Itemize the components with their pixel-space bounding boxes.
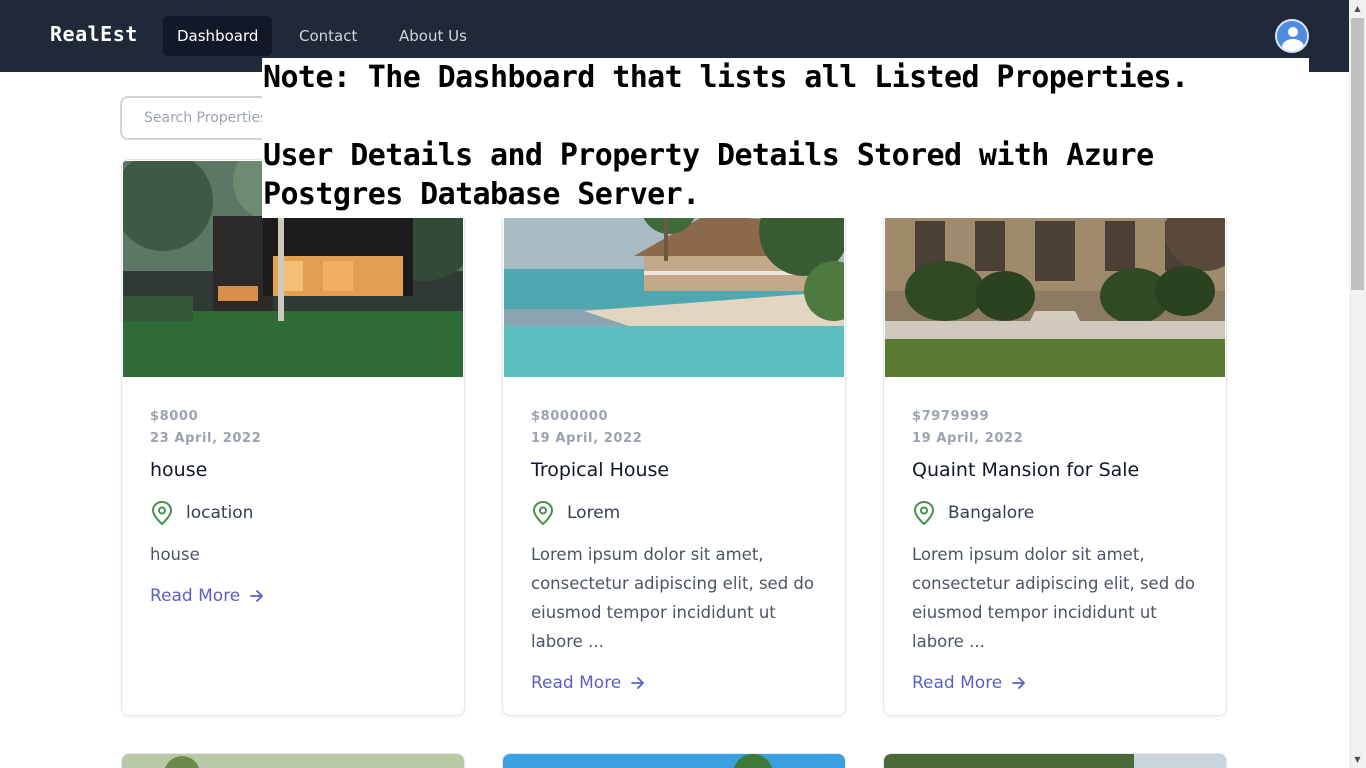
property-price: $8000 [150,409,199,424]
property-price: $8000000 [531,409,609,424]
read-more-link[interactable]: Read More [912,668,1212,698]
property-price: $7979999 [912,409,990,424]
property-date: 19 April, 2022 [912,431,1024,446]
property-title[interactable]: house [150,458,450,482]
nav-dashboard[interactable]: Dashboard [163,16,273,56]
property-date: 23 April, 2022 [150,431,262,446]
arrow-right-icon [1012,677,1026,689]
property-date: 19 April, 2022 [531,431,643,446]
page-scrollbar[interactable]: ▲ ▼ [1349,0,1366,768]
property-card: $8000 23 April, 2022 house location hous… [121,159,465,716]
location-text: Lorem [567,503,621,523]
property-location: Lorem [531,498,831,528]
property-description: Lorem ipsum dolor sit amet, consectetur … [531,545,814,651]
property-title[interactable]: Tropical House [531,458,831,482]
nav-about-us[interactable]: About Us [385,16,481,56]
nav-contact[interactable]: Contact [285,16,371,56]
location-text: location [186,503,254,523]
property-card [883,753,1227,768]
property-card: $7979999 19 April, 2022 Quaint Mansion f… [883,159,1227,716]
property-title[interactable]: Quaint Mansion for Sale [912,458,1212,482]
note-line-2: User Details and Property Details Stored… [263,138,1154,212]
brand-logo[interactable]: RealEst [50,22,138,46]
note-line-1: Note: The Dashboard that lists all Liste… [263,60,1189,95]
property-location: location [150,498,450,528]
read-more-label[interactable]: Read More [912,668,1002,698]
property-description: house [150,545,200,564]
arrow-right-icon [631,677,645,689]
read-more-link[interactable]: Read More [531,668,831,698]
read-more-label[interactable]: Read More [150,581,240,611]
user-avatar-icon[interactable] [1275,19,1309,53]
location-text: Bangalore [948,503,1035,523]
property-card [502,753,846,768]
property-location: Bangalore [912,498,1212,528]
map-pin-icon [913,500,935,526]
property-image[interactable] [122,754,465,768]
scroll-thumb[interactable] [1351,18,1364,290]
read-more-link[interactable]: Read More [150,581,450,611]
property-card: $8000000 19 April, 2022 Tropical House L… [502,159,846,716]
property-image[interactable] [884,754,1227,768]
read-more-label[interactable]: Read More [531,668,621,698]
arrow-right-icon [250,590,264,602]
map-pin-icon [532,500,554,526]
map-pin-icon [151,500,173,526]
property-description: Lorem ipsum dolor sit amet, consectetur … [912,545,1195,651]
property-card [121,753,465,768]
scroll-up-arrow-icon[interactable]: ▲ [1349,0,1366,17]
scroll-down-arrow-icon[interactable]: ▼ [1349,751,1366,768]
annotation-note: Note: The Dashboard that lists all Liste… [262,58,1309,218]
property-image[interactable] [503,754,846,768]
